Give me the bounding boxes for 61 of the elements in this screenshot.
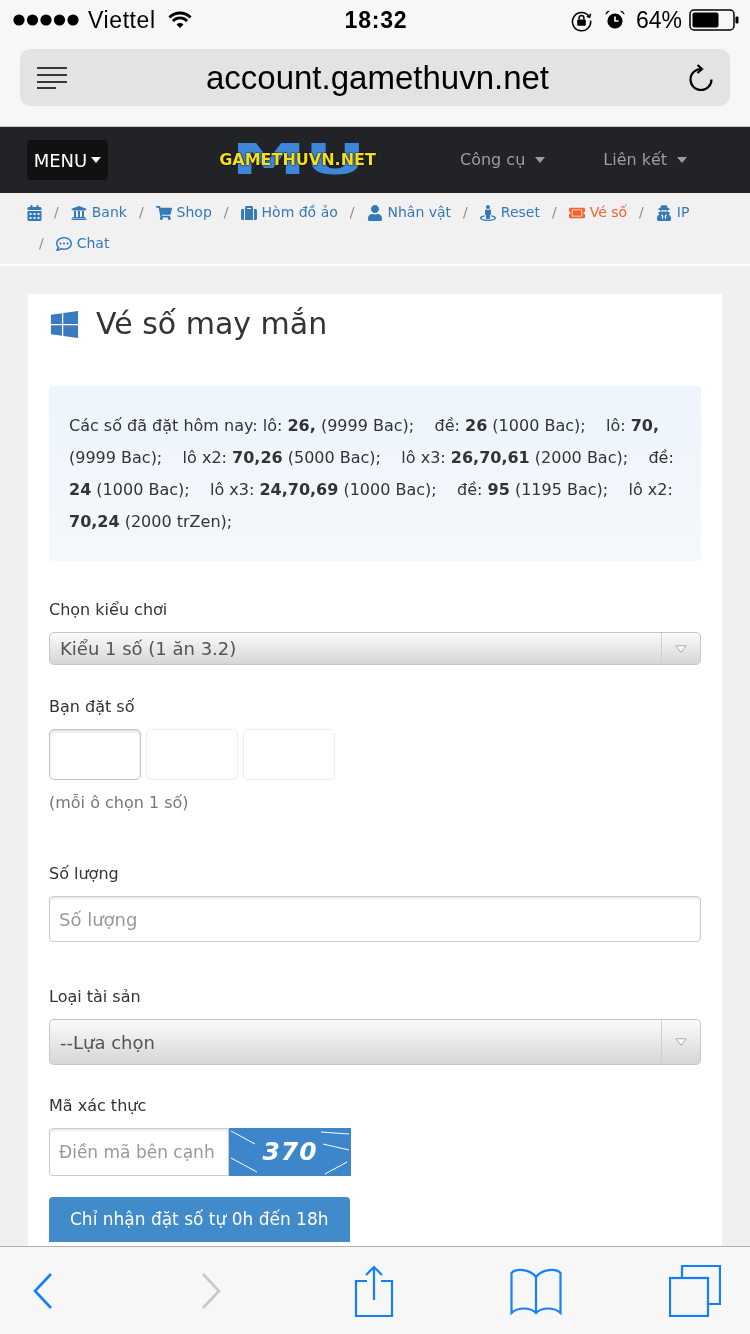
field-label: Bạn đặt số bbox=[49, 696, 135, 718]
breadcrumb-link[interactable]: Bank bbox=[70, 202, 127, 223]
menu-button[interactable]: MENU bbox=[27, 140, 108, 180]
breadcrumb-separator: / bbox=[463, 203, 468, 222]
breadcrumb-link[interactable]: Hòm đồ ảo bbox=[240, 202, 338, 223]
breadcrumb-separator: / bbox=[138, 203, 144, 222]
breadcrumb-separator: / bbox=[223, 203, 229, 222]
captcha-input[interactable]: Điền mã bên cạnh bbox=[49, 1128, 229, 1176]
carrier-name: Viettel bbox=[88, 5, 156, 35]
breadcrumb-link[interactable]: Chat bbox=[55, 233, 110, 254]
submit-button[interactable]: Chỉ nhận đặt số tự 0h đến 18h bbox=[49, 1197, 350, 1242]
tabs-icon[interactable] bbox=[669, 1264, 721, 1317]
nav-dropdown[interactable]: Liên kết bbox=[603, 148, 688, 172]
calendar-icon[interactable] bbox=[27, 204, 42, 221]
breadcrumb-separator: / bbox=[639, 203, 644, 222]
caret-down-icon bbox=[535, 157, 546, 163]
cart-icon bbox=[155, 204, 172, 221]
bank-icon bbox=[70, 204, 87, 221]
breadcrumb-link[interactable]: IP bbox=[655, 202, 690, 223]
share-icon[interactable] bbox=[354, 1264, 394, 1317]
captcha-code: 370 bbox=[262, 1136, 318, 1169]
address-bar[interactable]: account.gamethuvn.net bbox=[20, 49, 730, 106]
nav-dropdown[interactable]: Công cụ bbox=[460, 148, 546, 172]
spy-icon bbox=[655, 204, 672, 221]
clock-time: 18:32 bbox=[344, 5, 408, 35]
caret-down-icon bbox=[677, 157, 688, 163]
open-book-icon[interactable] bbox=[510, 1266, 562, 1315]
caret-down-icon bbox=[91, 157, 102, 163]
field-hint: (mỗi ô chọn 1 số) bbox=[49, 792, 189, 814]
field-label: Loại tài sản bbox=[49, 986, 141, 1008]
breadcrumb-link[interactable]: Reset bbox=[479, 202, 540, 223]
field-label: Mã xác thực bbox=[49, 1095, 147, 1117]
chat-bubble-icon bbox=[55, 235, 72, 252]
battery-icon bbox=[689, 9, 739, 31]
breadcrumb-link[interactable]: Vé số bbox=[568, 202, 628, 223]
suitcase-icon bbox=[240, 204, 257, 221]
select-dropdown[interactable]: Kiểu 1 số (1 ăn 3.2) bbox=[49, 632, 701, 665]
windows-logo-icon bbox=[49, 308, 80, 340]
reader-view-icon[interactable] bbox=[37, 66, 67, 89]
breadcrumb-link[interactable]: Nhân vật bbox=[366, 202, 452, 223]
quantity-input[interactable]: Số lượng bbox=[49, 896, 701, 942]
reload-icon[interactable] bbox=[688, 63, 714, 92]
dropdown-arrow-icon bbox=[675, 1038, 687, 1046]
notice-text: Các số đã đặt hôm nay: lô: 26, (9999 Bac); đề: 26 (1000 Bac); lô: 70, (9999 Bac); lô x2: 70,26 (5000 Bac); lô x3: 26,70,61 (2000 Bac); đề: 24 (1000 Bac); lô x3: 24,70,69 (1000 Bac); đề: 95 (1195 Bac); lô x2: 70,24 (2000 trZen); bbox=[69, 415, 675, 533]
breadcrumb-link[interactable]: Shop bbox=[155, 202, 212, 223]
back-icon[interactable] bbox=[33, 1272, 53, 1309]
user-icon bbox=[366, 204, 383, 221]
page-title: Vé số may mắn bbox=[96, 306, 328, 342]
person-pin-icon bbox=[479, 204, 496, 221]
breadcrumb-separator: / bbox=[551, 203, 557, 222]
signal-strength-icon bbox=[13, 14, 79, 26]
field-label: Chọn kiểu chơi bbox=[49, 599, 168, 621]
dropdown-arrow-icon bbox=[675, 644, 687, 653]
alarm-clock-icon bbox=[604, 10, 625, 30]
breadcrumb-separator: / bbox=[349, 203, 355, 222]
select-dropdown[interactable]: --Lựa chọn bbox=[49, 1019, 701, 1065]
battery-percent: 64% bbox=[635, 5, 682, 35]
field-label: Số lượng bbox=[49, 863, 119, 885]
breadcrumb-separator: / bbox=[54, 203, 59, 222]
wifi-icon bbox=[167, 11, 192, 29]
breadcrumb-separator: / bbox=[39, 234, 44, 253]
